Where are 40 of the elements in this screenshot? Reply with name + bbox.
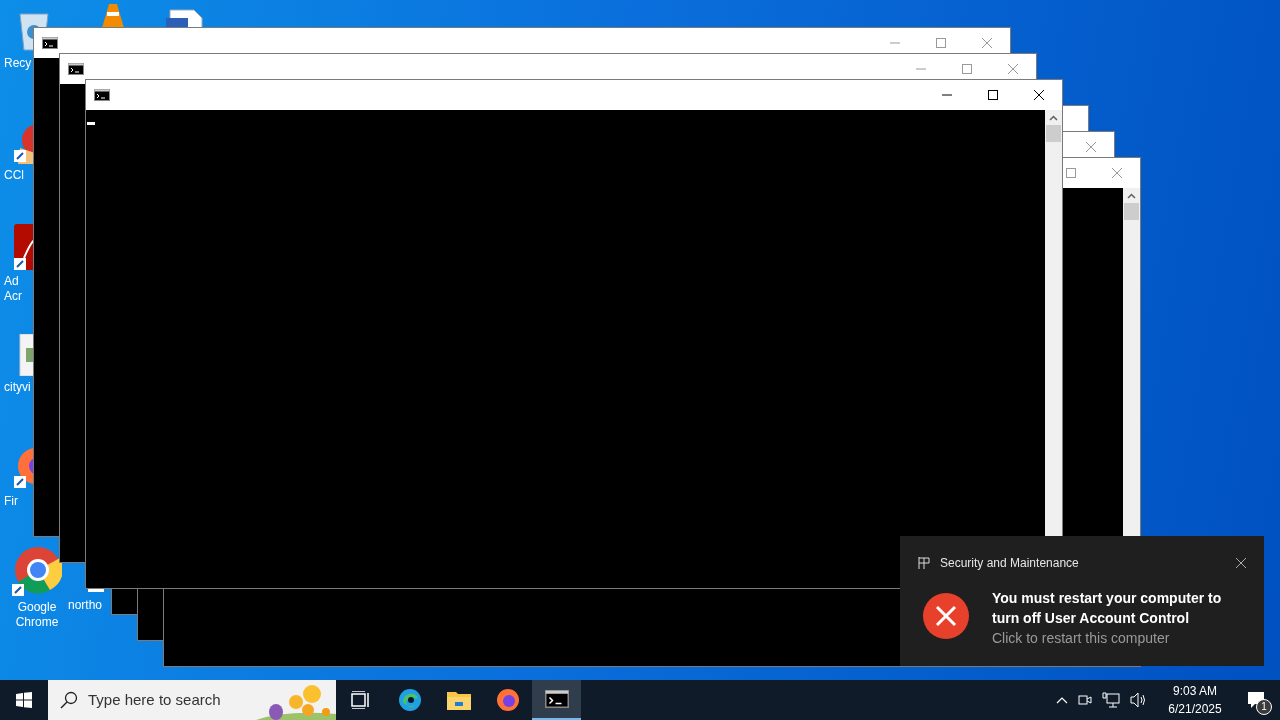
- scroll-up-icon[interactable]: [1127, 193, 1136, 199]
- scroll-up-icon[interactable]: [1049, 115, 1058, 121]
- toast-body: Click to restart this computer: [992, 629, 1171, 648]
- icon-label[interactable]: Google Chrome: [12, 600, 62, 630]
- icon-label[interactable]: CCl: [4, 168, 24, 183]
- folder-icon: [446, 690, 471, 710]
- taskbar-app[interactable]: [532, 680, 581, 720]
- icon-label[interactable]: northo: [68, 598, 103, 613]
- toast-title: You must restart your computer to turn off User Account Control: [992, 589, 1223, 628]
- close-icon[interactable]: [1034, 90, 1044, 100]
- notification-button[interactable]: 1: [1232, 680, 1280, 720]
- search-field[interactable]: Type here to search: [48, 680, 336, 720]
- clock[interactable]: 9:03 AM 6/21/2025: [1158, 682, 1232, 718]
- toast-app-name: Security and Maintenance: [940, 555, 1079, 572]
- icon-label[interactable]: Ad Acr: [4, 274, 22, 304]
- console-icon: [42, 37, 58, 49]
- icon-label[interactable]: Recy: [4, 56, 32, 71]
- edge-icon: [397, 688, 422, 712]
- error-icon: [922, 592, 970, 640]
- scroll-thumb[interactable]: [1124, 203, 1139, 220]
- firefox-icon: [495, 688, 520, 712]
- speaker-icon[interactable]: [1130, 692, 1148, 708]
- icon-label[interactable]: cityvi: [4, 380, 31, 395]
- search-placeholder: Type here to search: [88, 689, 221, 710]
- console-icon: [94, 89, 110, 101]
- flag-icon: [918, 557, 930, 569]
- console-icon: [544, 690, 569, 708]
- notification-count: 1: [1256, 699, 1272, 715]
- notification-toast[interactable]: Security and Maintenance You must restart your computer to turn off User Account Control Click to restart this computer: [900, 536, 1264, 666]
- console-icon: [68, 63, 84, 75]
- network-icon[interactable]: [1102, 692, 1120, 708]
- camera-icon[interactable]: [1078, 692, 1092, 708]
- maximize-icon[interactable]: [988, 90, 998, 100]
- search-icon: [60, 691, 78, 709]
- scroll-thumb[interactable]: [1046, 125, 1061, 142]
- windows-logo-icon: [16, 692, 32, 708]
- close-icon[interactable]: [1236, 558, 1246, 568]
- chevron-up-icon[interactable]: [1056, 696, 1068, 704]
- icon-label[interactable]: Fir: [4, 494, 18, 509]
- task-view-icon: [350, 691, 371, 709]
